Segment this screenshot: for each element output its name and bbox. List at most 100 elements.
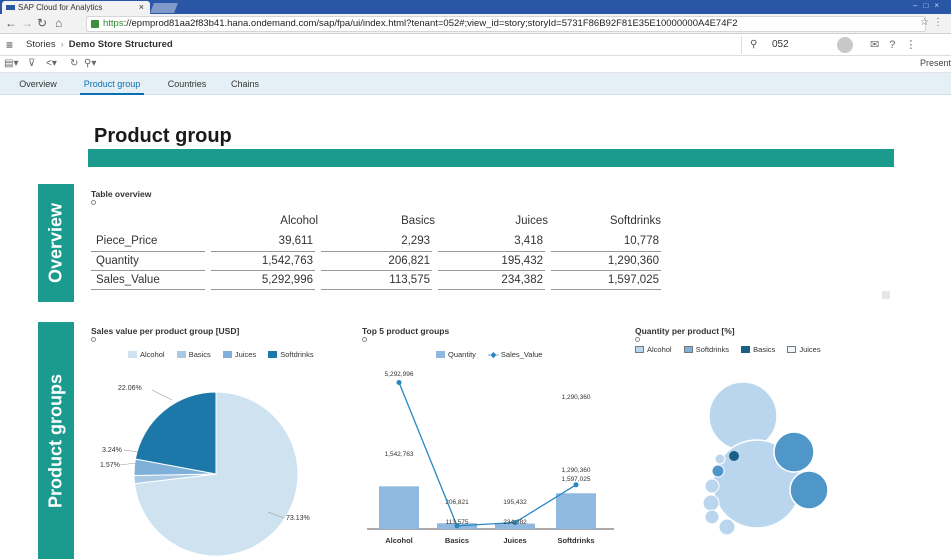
table-cell: 1,597,025: [545, 270, 661, 290]
table-cell: 3,418: [432, 232, 548, 252]
bar-quantity: [379, 486, 419, 529]
overview-table: Alcohol Basics Juices Softdrinks Piece_P…: [91, 210, 661, 290]
share-icon[interactable]: <▾: [46, 58, 57, 69]
table-cell: 10,778: [545, 232, 661, 252]
table-cell: 5,292,996: [205, 270, 318, 290]
pie-chart-title: Sales value per product group [USD]: [91, 326, 240, 336]
legend-item-sales-value[interactable]: -◆- Sales_Value: [488, 350, 542, 359]
refresh-icon[interactable]: ↻: [70, 58, 78, 69]
search-field[interactable]: ⚲ 052: [741, 36, 825, 54]
more-icon[interactable]: ⋮: [905, 39, 926, 51]
save-icon[interactable]: ▤▾: [4, 58, 18, 69]
breadcrumb-stories[interactable]: Stories: [26, 39, 56, 50]
pie-data-label: 3.24%: [102, 447, 122, 454]
info-icon[interactable]: [91, 200, 96, 205]
browser-tab-title: SAP Cloud for Analytics: [18, 3, 103, 12]
bubble[interactable]: [789, 470, 829, 510]
pie-leader-line: [151, 389, 173, 401]
table-cell: 39,611: [205, 232, 318, 252]
legend-item[interactable]: Juices: [787, 345, 821, 354]
row-label: Piece_Price: [91, 232, 208, 252]
column-header[interactable]: Softdrinks: [548, 210, 661, 232]
bar-data-label: 195,432: [503, 499, 527, 506]
forward-icon[interactable]: →: [21, 16, 33, 30]
pie-slice-softdrinks: [134, 391, 217, 475]
pie-data-label: 22.06%: [118, 385, 142, 392]
reload-icon[interactable]: ↻: [37, 16, 47, 30]
bubble[interactable]: [729, 451, 739, 461]
line-data-label: 234,382: [503, 519, 527, 526]
table-title: Table overview: [91, 189, 152, 199]
bubble[interactable]: [702, 494, 720, 512]
legend-item[interactable]: Basics: [741, 345, 775, 354]
notifications-icon[interactable]: ✉: [870, 39, 889, 51]
tab-overview[interactable]: Overview: [10, 73, 66, 95]
legend-item-quantity[interactable]: Quantity: [436, 350, 476, 359]
section-label-product-groups: Product groups: [45, 373, 66, 508]
tab-chains[interactable]: Chains: [226, 73, 264, 95]
info-icon[interactable]: [362, 337, 367, 342]
search-icon[interactable]: ⚲: [750, 36, 757, 54]
bubble[interactable]: [714, 453, 726, 465]
help-icon[interactable]: ?: [889, 39, 905, 51]
info-icon[interactable]: [635, 337, 640, 342]
bubble-chart-title: Quantity per product [%]: [635, 326, 735, 336]
info-icon[interactable]: [91, 337, 96, 342]
sap-favicon-icon: [6, 5, 15, 10]
bubble[interactable]: [718, 518, 736, 536]
bar-legend: Quantity -◆- Sales_Value: [436, 350, 552, 359]
bubble[interactable]: [704, 478, 720, 494]
close-tab-icon[interactable]: ×: [139, 1, 144, 14]
bar-quantity: [556, 493, 596, 529]
legend-item[interactable]: Basics: [176, 350, 211, 359]
table-cell: 195,432: [432, 251, 548, 271]
page-title: Product group: [94, 125, 232, 147]
x-tick-label: Softdrinks: [557, 536, 594, 545]
bubble-chart: [702, 381, 829, 536]
legend-item[interactable]: Softdrinks: [268, 350, 314, 359]
window-controls[interactable]: –□×: [913, 1, 945, 10]
line-data-label: 5,292,996: [385, 371, 414, 378]
bubble[interactable]: [711, 464, 725, 478]
pie-data-label: 73.13%: [286, 515, 310, 522]
present-button[interactable]: Present: [920, 58, 951, 68]
filter-icon[interactable]: ⊽: [28, 58, 35, 69]
pin-icon[interactable]: ⚲▾: [84, 58, 96, 69]
breadcrumb: Stories › Demo Store Structured: [26, 39, 173, 50]
browser-extension-icons[interactable]: ☆⋮: [920, 17, 947, 28]
section-band-overview: Overview: [38, 184, 74, 302]
tab-product-group[interactable]: Product group: [80, 73, 144, 95]
bubble[interactable]: [773, 431, 815, 473]
column-header[interactable]: Basics: [318, 210, 435, 232]
bubble[interactable]: [708, 381, 778, 451]
bar-data-label: 1,542,763: [385, 451, 414, 458]
legend-item[interactable]: Alcohol: [635, 345, 672, 354]
bubble[interactable]: [704, 509, 720, 525]
bar-line-chart: 1,542,763206,821 195,4321,290,3605,292,99…: [367, 371, 614, 545]
url-field[interactable]: https://epmprod81aa2f83b41.hana.ondemand…: [86, 16, 926, 32]
pie-data-label: 1.57%: [100, 462, 120, 469]
table-cell: 2,293: [315, 232, 435, 252]
new-tab-button[interactable]: [150, 3, 178, 13]
pie-chart: 73.13% 1.57% 3.24% 22.06%: [100, 385, 310, 557]
resize-handle[interactable]: [882, 291, 890, 299]
home-icon[interactable]: ⌂: [55, 16, 62, 30]
page-tab-strip: Overview Product group Countries Chains: [0, 73, 951, 95]
pie-leader-line: [123, 449, 139, 453]
column-header[interactable]: Alcohol: [208, 210, 318, 232]
table-cell: 113,575: [315, 270, 435, 290]
sales-value-point: [573, 482, 579, 488]
legend-item[interactable]: Alcohol: [128, 350, 165, 359]
avatar[interactable]: [837, 37, 853, 53]
back-icon[interactable]: ←: [5, 16, 17, 30]
legend-item[interactable]: Juices: [222, 350, 256, 359]
tab-countries[interactable]: Countries: [160, 73, 214, 95]
bubble-legend: Alcohol Softdrinks Basics Juices: [635, 345, 831, 354]
legend-item[interactable]: Softdrinks: [683, 345, 729, 354]
x-tick-label: Juices: [503, 536, 526, 545]
table-cell: 1,290,360: [545, 251, 661, 271]
lock-icon: [91, 20, 99, 28]
column-header[interactable]: Juices: [435, 210, 548, 232]
hamburger-menu-icon[interactable]: ≡: [6, 38, 13, 52]
browser-tab[interactable]: SAP Cloud for Analytics ×: [2, 1, 150, 14]
